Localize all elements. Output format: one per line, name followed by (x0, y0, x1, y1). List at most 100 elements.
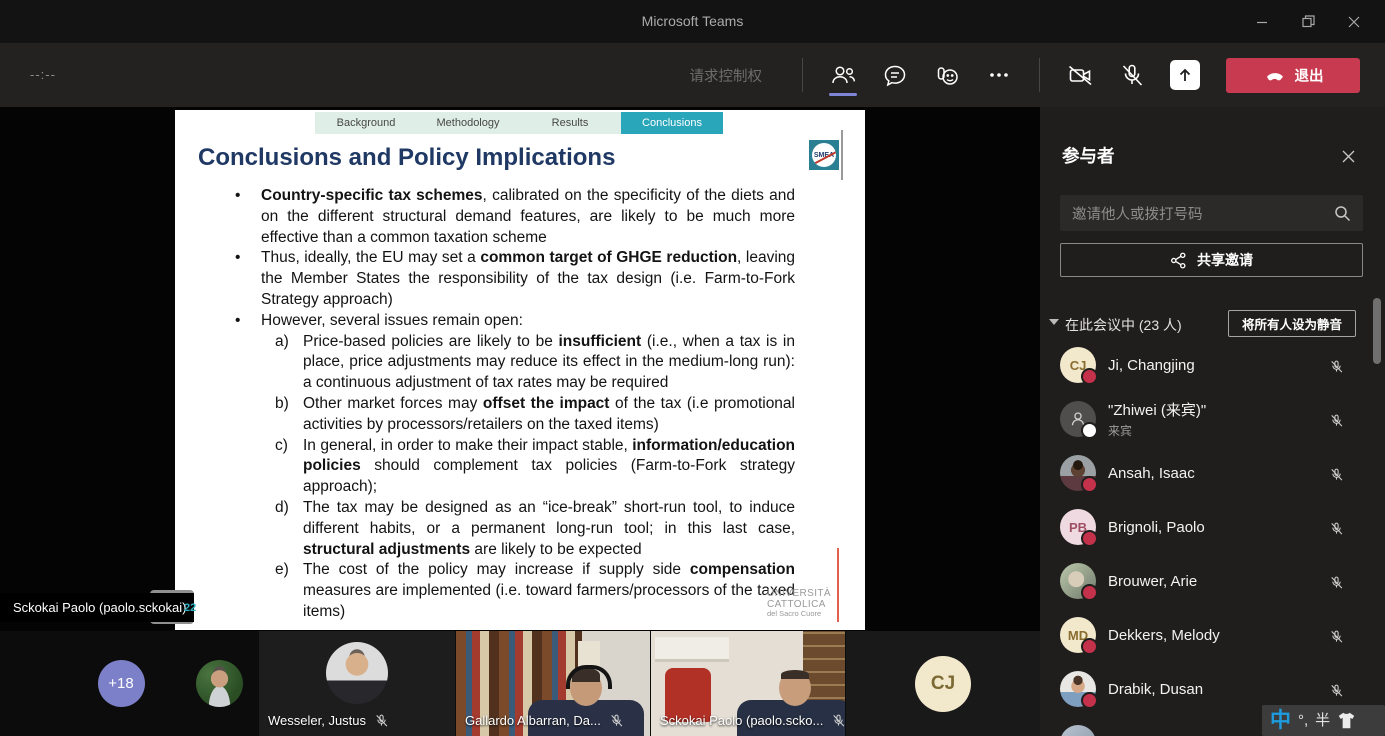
search-icon (1334, 205, 1351, 222)
participant-muted-mic[interactable] (1328, 627, 1345, 651)
chevron-down-icon[interactable] (1049, 319, 1059, 325)
participant-row[interactable]: "Zhiwei (来宾)"来宾 (1040, 392, 1385, 446)
toolbar-divider (1039, 58, 1040, 92)
camera-off-button[interactable] (1064, 52, 1096, 98)
slide-bullet: a)Price-based policies are likely to be … (175, 332, 795, 394)
participant-name: Brignoli, Paolo (1108, 519, 1205, 536)
slide-tab-conclusions: Conclusions (621, 112, 723, 134)
participant-muted-mic[interactable] (1328, 465, 1345, 489)
participant-muted-mic[interactable] (1328, 681, 1345, 705)
window-title: Microsoft Teams (0, 13, 1385, 29)
ime-mode-indicator[interactable]: 半 (1315, 713, 1330, 728)
participant-row[interactable]: CJJi, Changjing (1040, 338, 1385, 392)
slide-bullet-list: •Country-specific tax schemes, calibrate… (175, 186, 795, 623)
share-tray-button[interactable] (1170, 60, 1200, 90)
video-tile[interactable]: Gallardo Albarran, Da... (455, 631, 650, 736)
ucsc-logo: UNIVERSITÀ CATTOLICA del Sacro Cuore (767, 589, 831, 618)
participant-name: Dekkers, Melody (1108, 627, 1220, 644)
overflow-participants[interactable]: +18 (62, 631, 180, 736)
camera-off-icon (1065, 60, 1095, 90)
hangup-icon (1263, 63, 1287, 87)
mic-off-icon (1117, 60, 1147, 90)
muted-mic-icon (1328, 627, 1345, 646)
participant-name-block: "Zhiwei (来宾)"来宾 (1108, 392, 1206, 446)
muted-mic-icon (1328, 465, 1345, 484)
participant-name: Brouwer, Arie (1108, 573, 1197, 590)
muted-mic-icon (1328, 357, 1345, 376)
participant-row[interactable]: MDDekkers, Melody (1040, 608, 1385, 662)
participant-name-block: Brouwer, Arie (1108, 554, 1197, 608)
call-timer: --:-- (30, 67, 56, 82)
presence-dot (1081, 530, 1098, 547)
presence-dot (1081, 422, 1098, 439)
slide-bullet: •However, several issues remain open: (175, 311, 795, 332)
overflow-count-badge: +18 (98, 660, 145, 707)
chat-icon (880, 60, 910, 90)
mute-all-button[interactable]: 将所有人设为静音 (1228, 310, 1356, 337)
slide-bullet: d)The tax may be designed as an “ice-bre… (175, 498, 795, 560)
more-options-button[interactable] (983, 52, 1015, 98)
participant-row[interactable]: Brouwer, Arie (1040, 554, 1385, 608)
participant-avatar (1060, 563, 1096, 599)
participant-row[interactable]: PBBrignoli, Paolo (1040, 500, 1385, 554)
share-screen-icon (1176, 66, 1194, 84)
panel-scrollbar[interactable] (1373, 298, 1381, 364)
minimize-icon (1256, 16, 1268, 28)
initials-avatar: CJ (915, 656, 971, 712)
ime-language-indicator[interactable]: 中 (1270, 710, 1291, 731)
muted-mic-icon (1328, 411, 1345, 430)
video-tile[interactable]: Sckokai Paolo (paolo.scko... (650, 631, 845, 736)
shared-slide: BackgroundMethodologyResultsConclusions … (175, 110, 865, 630)
share-invite-button[interactable]: 共享邀请 (1060, 243, 1363, 277)
participant-muted-mic[interactable] (1328, 519, 1345, 543)
participant-row[interactable]: Ansah, Isaac (1040, 446, 1385, 500)
slide-bullet: •Thus, ideally, the EU may set a common … (175, 248, 795, 310)
chat-button[interactable] (879, 52, 911, 98)
participant-muted-mic[interactable] (1328, 411, 1345, 435)
toolbar-divider (802, 58, 803, 92)
minimize-button[interactable] (1239, 0, 1285, 43)
presence-dot (1081, 476, 1098, 493)
presence-dot (1081, 584, 1098, 601)
ime-toolbar[interactable]: 中 °, 半 (1262, 705, 1385, 736)
teams-window: Microsoft Teams --:-- 请求控制权 (0, 0, 1385, 736)
muted-mic-icon (1328, 519, 1345, 538)
participants-panel: 参与者 邀请他人或拨打号码 共享邀请 在此会议中 (23 人) 将所有人设为静音… (1040, 107, 1385, 736)
participant-avatar: CJ (1060, 347, 1096, 383)
ime-skin-icon[interactable] (1337, 712, 1356, 729)
participant-name-block: Dekkers, Melody (1108, 608, 1220, 662)
participants-button[interactable] (827, 52, 859, 98)
leave-label: 退出 (1295, 65, 1324, 86)
participant-avatar (1060, 671, 1096, 707)
slide-bullet: b)Other market forces may offset the imp… (175, 394, 795, 436)
filmstrip-avatar[interactable] (180, 631, 258, 736)
invite-search-input[interactable]: 邀请他人或拨打号码 (1060, 195, 1363, 231)
restore-icon (1302, 15, 1315, 28)
mic-off-button[interactable] (1116, 52, 1148, 98)
participant-name-block: Ansah, Isaac (1108, 446, 1195, 500)
call-toolbar: --:-- 请求控制权 (0, 43, 1385, 107)
presence-dot (1081, 692, 1098, 709)
video-tile[interactable]: Wesseler, Justus (258, 631, 455, 736)
search-placeholder: 邀请他人或拨打号码 (1072, 203, 1334, 224)
participant-avatar (1060, 725, 1096, 736)
avatar-tile[interactable]: CJ (845, 631, 1040, 736)
participant-filmstrip: +18 Wesseler, JustusGallardo Albarran, D… (0, 631, 1040, 736)
slide-tab-results: Results (519, 112, 621, 134)
participant-muted-mic[interactable] (1328, 357, 1345, 381)
restore-button[interactable] (1285, 0, 1331, 43)
slide-title: Conclusions and Policy Implications (198, 144, 615, 172)
muted-mic-icon (373, 711, 390, 730)
ime-mode-indicator[interactable]: °, (1298, 713, 1308, 728)
slide-bullet: •Country-specific tax schemes, calibrate… (175, 186, 795, 248)
slide-tab-background: Background (315, 112, 417, 134)
reactions-button[interactable] (931, 52, 963, 98)
close-button[interactable] (1331, 0, 1377, 43)
slide-decorative-line (841, 130, 843, 180)
close-panel-button[interactable] (1339, 147, 1357, 165)
request-control-button[interactable]: 请求控制权 (690, 65, 763, 86)
participant-name: "Zhiwei (来宾)" (1108, 399, 1206, 420)
leave-button[interactable]: 退出 (1226, 58, 1360, 93)
presence-dot (1081, 638, 1098, 655)
participant-muted-mic[interactable] (1328, 573, 1345, 597)
